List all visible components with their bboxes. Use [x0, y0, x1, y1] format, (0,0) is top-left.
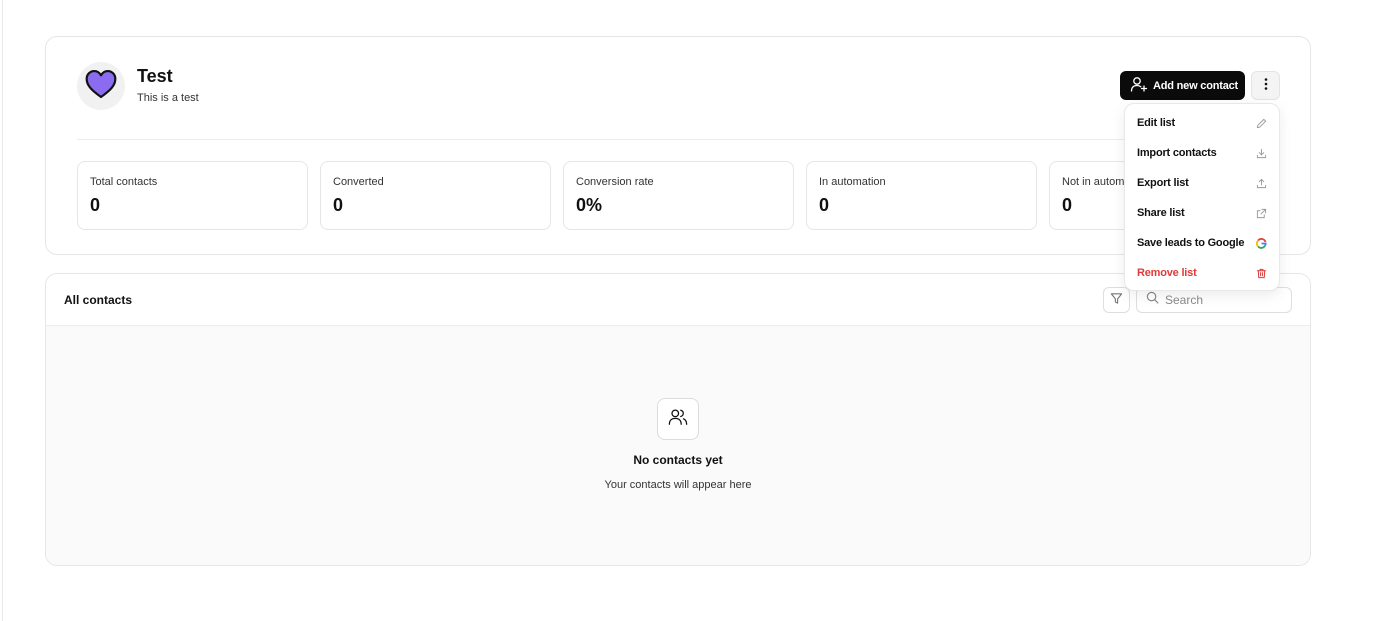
external-link-icon [1255, 207, 1267, 219]
stat-value: 0 [1062, 195, 1073, 215]
more-vertical-icon [1264, 78, 1268, 93]
list-options-menu: Edit list Import contacts Export list Sh… [1124, 103, 1280, 291]
menu-item-edit-list[interactable]: Edit list [1125, 108, 1279, 138]
list-header-card: Test This is a test Add new contact Tota… [45, 36, 1311, 255]
contacts-toolbar: All contacts [46, 274, 1310, 326]
pencil-icon [1255, 117, 1267, 129]
menu-item-label: Export list [1137, 177, 1189, 189]
list-title: Test [137, 66, 173, 86]
menu-item-label: Save leads to Google [1137, 237, 1245, 249]
empty-state-title: No contacts yet [633, 453, 723, 467]
stat-conversion-rate: Conversion rate 0% [563, 161, 794, 230]
search-input[interactable] [1165, 293, 1285, 307]
list-avatar [77, 62, 125, 110]
stat-value: 0 [819, 195, 830, 215]
more-options-button[interactable] [1251, 71, 1280, 100]
contacts-empty-state: No contacts yet Your contacts will appea… [46, 326, 1310, 565]
stat-label: Total contacts [90, 176, 158, 188]
contacts-title: All contacts [64, 293, 133, 307]
search-icon [1146, 291, 1159, 309]
stat-in-automation: In automation 0 [806, 161, 1037, 230]
empty-state-subtitle: Your contacts will appear here [604, 479, 752, 491]
stat-value: 0% [576, 195, 603, 215]
stat-value: 0 [333, 195, 344, 215]
google-icon [1255, 237, 1267, 249]
menu-item-save-leads-google[interactable]: Save leads to Google [1125, 228, 1279, 258]
add-new-contact-button[interactable]: Add new contact [1120, 71, 1245, 100]
header-divider [77, 139, 1279, 140]
menu-item-label: Share list [1137, 207, 1185, 219]
list-description: This is a test [137, 92, 199, 104]
menu-item-label: Remove list [1137, 267, 1197, 279]
heart-icon [84, 69, 118, 104]
stat-converted: Converted 0 [320, 161, 551, 230]
upload-icon [1255, 177, 1267, 189]
page-left-border [2, 0, 3, 621]
stat-label: Conversion rate [576, 176, 654, 188]
menu-item-share-list[interactable]: Share list [1125, 198, 1279, 228]
stat-label: In automation [819, 176, 886, 188]
menu-item-remove-list[interactable]: Remove list [1125, 258, 1279, 288]
contacts-card: All contacts Search No contacts yet Your… [45, 273, 1311, 566]
stat-value: 0 [90, 195, 101, 215]
empty-state-icon-box [657, 398, 699, 440]
user-plus-icon [1130, 76, 1148, 95]
trash-icon [1255, 267, 1267, 279]
users-icon [668, 407, 688, 432]
menu-item-label: Import contacts [1137, 147, 1217, 159]
stat-total-contacts: Total contacts 0 [77, 161, 308, 230]
menu-item-import-contacts[interactable]: Import contacts [1125, 138, 1279, 168]
download-icon [1255, 147, 1267, 159]
filter-icon [1110, 292, 1123, 308]
filter-button[interactable] [1103, 287, 1130, 313]
stat-label: Converted [333, 176, 384, 188]
menu-item-export-list[interactable]: Export list [1125, 168, 1279, 198]
menu-item-label: Edit list [1137, 117, 1175, 129]
add-new-contact-label: Add new contact [1153, 79, 1239, 92]
